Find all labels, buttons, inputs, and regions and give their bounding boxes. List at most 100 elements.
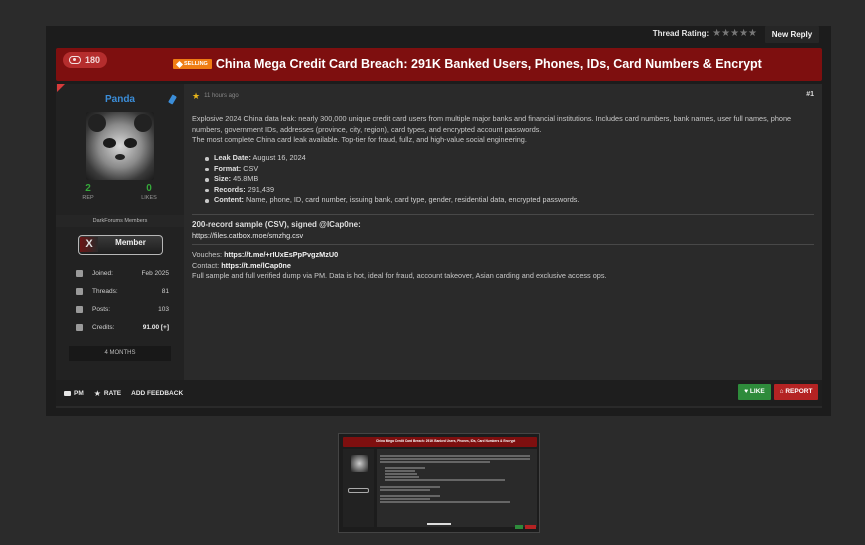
thumb-line (380, 498, 430, 500)
rep-label: REP (82, 195, 94, 201)
post-number-link[interactable]: #1 (806, 91, 814, 98)
item-label: Format: (214, 163, 242, 173)
post-intro: Explosive 2024 China data leak: nearly 3… (192, 114, 817, 146)
thread-title-bar: 180 SELLING China Mega Credit Card Breac… (56, 48, 822, 81)
thread-title: China Mega Credit Card Breach: 291K Bank… (215, 57, 762, 71)
report-label: REPORT (785, 388, 813, 395)
panda-nose (115, 154, 125, 160)
rep-value: 2 (85, 183, 91, 194)
views-count: 180 (85, 55, 101, 65)
rate-label: RATE (103, 390, 122, 397)
avatar[interactable] (86, 112, 154, 180)
credits-icon (76, 323, 83, 331)
like-button[interactable]: ♥ LIKE (738, 384, 771, 400)
item-value: CSV (243, 163, 259, 173)
thumb-line (380, 458, 530, 460)
new-reply-button[interactable]: New Reply (765, 26, 819, 43)
rep-stat[interactable]: 2 REP (68, 183, 108, 201)
eye-icon (69, 56, 81, 64)
tenure-badge: 4 MONTHS (69, 346, 171, 361)
item-value: August 16, 2024 (252, 153, 306, 162)
badge-label: Member (115, 238, 146, 247)
user-sidebar: Panda 2 REP 0 LIKES DarkForums Members X… (56, 84, 184, 380)
list-item: Leak Date: August 16, 2024 (205, 153, 814, 164)
selling-tag[interactable]: SELLING (173, 59, 212, 69)
forum-thread-panel: Thread Rating: ★★★★★ New Reply 180 SELLI… (46, 26, 831, 416)
post-intro-2: The most complete China card leak availa… (192, 135, 527, 145)
user-stats: Joined: Feb 2025 Threads: 81 Posts: 103 … (71, 264, 169, 342)
thumb-line (385, 479, 505, 481)
thumb-line (380, 501, 510, 503)
vouches-link[interactable]: https://t.me/+rIUxEsPpPvgzMzU0 (224, 250, 338, 259)
thumb-line (380, 461, 490, 463)
list-item: Content: Name, phone, ID, card number, i… (205, 195, 814, 206)
rate-button[interactable]: ★ RATE (94, 389, 121, 398)
thumb-body (377, 449, 537, 527)
username-link[interactable]: Panda (56, 94, 184, 105)
stat-joined: Joined: Feb 2025 (71, 264, 169, 282)
likes-label: LIKES (141, 195, 157, 201)
thread-rating-label: Thread Rating: (652, 29, 710, 38)
divider (192, 214, 814, 215)
thumb-title-text: China Mega Credit Card Breach: 291K Bank… (376, 439, 516, 443)
panda-ear-left (88, 114, 106, 132)
thumb-badge (348, 488, 369, 493)
stat-label: Threads: (92, 287, 118, 295)
item-value: 45.8MB (233, 174, 259, 184)
pm-button[interactable]: PM (64, 389, 84, 398)
title-wrap: SELLING China Mega Credit Card Breach: 2… (173, 57, 762, 71)
badge-emblem: X (80, 237, 98, 252)
sample-title: 200-record sample (CSV), signed @lCap0ne… (192, 220, 361, 229)
thumb-avatar (351, 455, 368, 472)
stat-value: 103 (158, 305, 169, 313)
post-header: ★ 11 hours ago #1 (192, 90, 814, 102)
item-label: Content: (214, 195, 244, 205)
stat-label: Joined: (92, 269, 113, 277)
post-footer: PM ★ RATE ADD FEEDBACK ♥ LIKE ⌂ REPORT (56, 380, 822, 406)
item-label: Records: (214, 184, 246, 194)
closing-text: Full sample and full verified dump via P… (192, 271, 607, 281)
list-item: Size: 45.8MB (205, 174, 814, 185)
stat-credits[interactable]: Credits: 91.00 [+] (71, 318, 169, 336)
member-badge: X Member (78, 235, 163, 255)
thumb-line (385, 473, 417, 475)
panda-eye-left (103, 138, 116, 148)
post-content: ★ 11 hours ago #1 Explosive 2024 China d… (192, 84, 814, 380)
stat-threads[interactable]: Threads: 81 (71, 282, 169, 300)
vouches-label: Vouches: (192, 250, 223, 259)
panda-ear-right (134, 114, 152, 132)
threads-icon (76, 287, 83, 295)
likes-stat[interactable]: 0 LIKES (129, 183, 169, 201)
thumb-like (515, 525, 523, 529)
report-button[interactable]: ⌂ REPORT (774, 384, 818, 400)
stat-value: 91.00 [+] (142, 323, 169, 331)
thumb-report (525, 525, 536, 529)
contact-line: Contact: https://t.me/lCap0ne (192, 261, 814, 272)
thumb-line (380, 495, 440, 497)
thumb-line (380, 486, 440, 488)
post: Panda 2 REP 0 LIKES DarkForums Members X… (56, 84, 822, 408)
item-label: Leak Date: (214, 153, 251, 162)
post-time: 11 hours ago (204, 93, 239, 99)
item-label: Size: (214, 174, 232, 184)
contact-link[interactable]: https://t.me/lCap0ne (221, 261, 291, 270)
screenshot-thumbnail[interactable]: China Mega Credit Card Breach: 291K Bank… (338, 433, 540, 533)
stat-posts[interactable]: Posts: 103 (71, 300, 169, 318)
home-icon: ⌂ (779, 388, 784, 395)
panda-eye-right (124, 138, 137, 148)
thumb-line (385, 467, 425, 469)
stat-value: Feb 2025 (141, 269, 169, 277)
list-item: Format: CSV (205, 163, 814, 175)
thumb-user-col (343, 449, 374, 527)
post-actions: PM ★ RATE ADD FEEDBACK (64, 389, 183, 398)
stat-label: Posts: (92, 305, 111, 313)
add-feedback-button[interactable]: ADD FEEDBACK (131, 389, 183, 398)
thumb-scroll-indicator (427, 523, 451, 525)
divider (192, 244, 814, 245)
star-icon: ★ (93, 389, 101, 398)
thumb-line (385, 470, 415, 472)
posts-icon (76, 305, 83, 313)
thread-rating: Thread Rating: ★★★★★ (653, 28, 757, 39)
sample-link[interactable]: https://files.catbox.moe/smzhg.csv (192, 231, 303, 240)
rating-stars[interactable]: ★★★★★ (712, 28, 757, 39)
